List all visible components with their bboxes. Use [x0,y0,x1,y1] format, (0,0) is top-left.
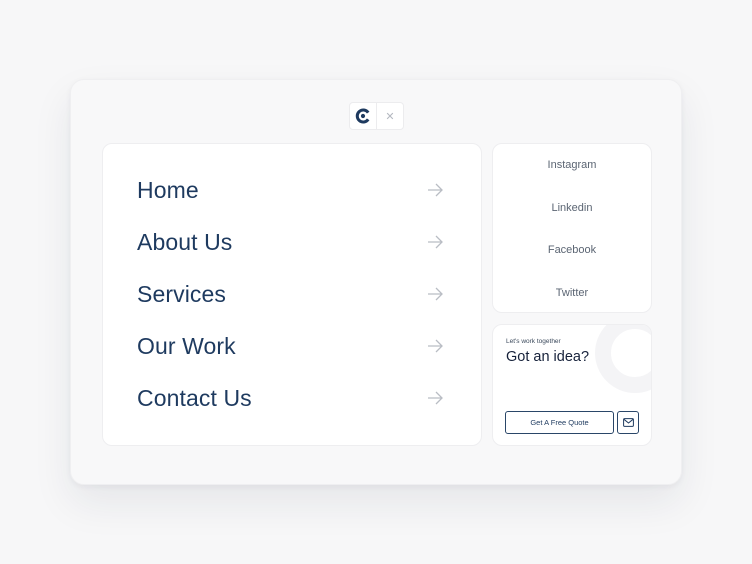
cta-title: Got an idea? [506,349,590,365]
mail-button[interactable] [617,411,639,434]
nav-item-contact-us[interactable]: Contact Us [137,378,443,418]
social-link-instagram[interactable]: Instagram [493,159,651,171]
nav-item-our-work[interactable]: Our Work [137,326,443,366]
get-quote-button[interactable]: Get A Free Quote [505,411,614,434]
arrow-right-icon [428,235,443,249]
nav-item-services[interactable]: Services [137,274,443,314]
close-menu-button[interactable]: ✕ [377,102,404,130]
social-links: Instagram Linkedin Facebook Twitter [492,143,652,313]
social-link-twitter[interactable]: Twitter [493,287,651,299]
mail-icon [622,418,634,427]
nav-item-label: Services [137,280,226,307]
close-icon[interactable]: ✕ [385,110,394,123]
cta-card: Let's work together Got an idea? Get A F… [492,324,652,446]
arrow-right-icon [428,339,443,353]
social-link-linkedin[interactable]: Linkedin [493,202,651,214]
cta-eyebrow: Let's work together [506,338,561,345]
nav-item-label: About Us [137,228,233,255]
main-nav: Home About Us Services Our Work Contact … [102,143,482,446]
nav-item-label: Home [137,176,199,203]
nav-item-about-us[interactable]: About Us [137,222,443,262]
menu-panel: ✕ Home About Us Services Our Work Contac… [70,79,682,485]
nav-item-label: Our Work [137,332,236,359]
arrow-right-icon [428,183,443,197]
brand-bar: ✕ [349,102,404,130]
arrow-right-icon [428,391,443,405]
arrow-right-icon [428,287,443,301]
nav-item-label: Contact Us [137,384,252,411]
nav-item-home[interactable]: Home [137,170,443,210]
brand-c-logo-icon [349,102,377,130]
decorative-ring [595,325,651,393]
social-link-facebook[interactable]: Facebook [493,244,651,256]
